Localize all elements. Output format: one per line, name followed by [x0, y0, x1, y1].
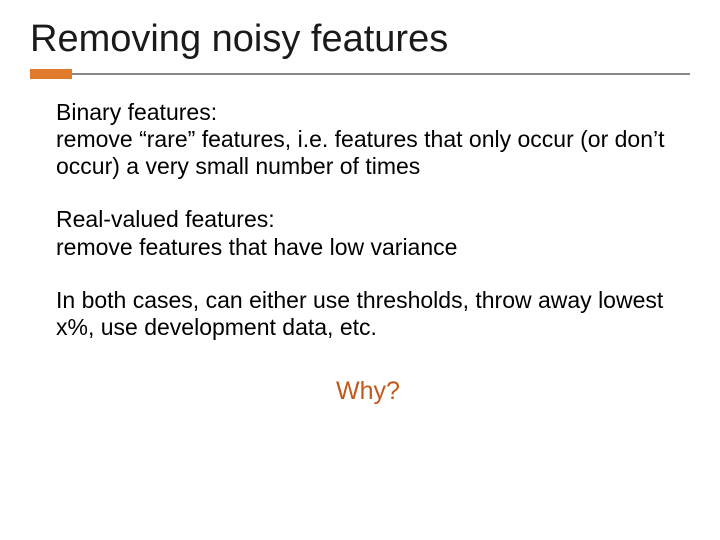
content-block: Binary features: remove “rare” features,… [56, 99, 680, 180]
content-block: Real-valued features: remove features th… [56, 206, 680, 260]
title-rule-accent [30, 69, 72, 79]
title-rule [30, 69, 690, 79]
block-heading: Binary features: [56, 99, 680, 126]
title-area: Removing noisy features [0, 0, 720, 79]
block-text: remove features that have low variance [56, 234, 680, 261]
block-text: remove “rare” features, i.e. features th… [56, 126, 680, 180]
slide: Removing noisy features Binary features:… [0, 0, 720, 540]
block-heading: Real-valued features: [56, 206, 680, 233]
content-block: In both cases, can either use thresholds… [56, 287, 680, 341]
slide-title: Removing noisy features [30, 18, 720, 61]
slide-body: Binary features: remove “rare” features,… [0, 79, 720, 406]
callout-text: Why? [56, 377, 680, 407]
block-text: In both cases, can either use thresholds… [56, 287, 680, 341]
title-rule-line [30, 73, 690, 75]
